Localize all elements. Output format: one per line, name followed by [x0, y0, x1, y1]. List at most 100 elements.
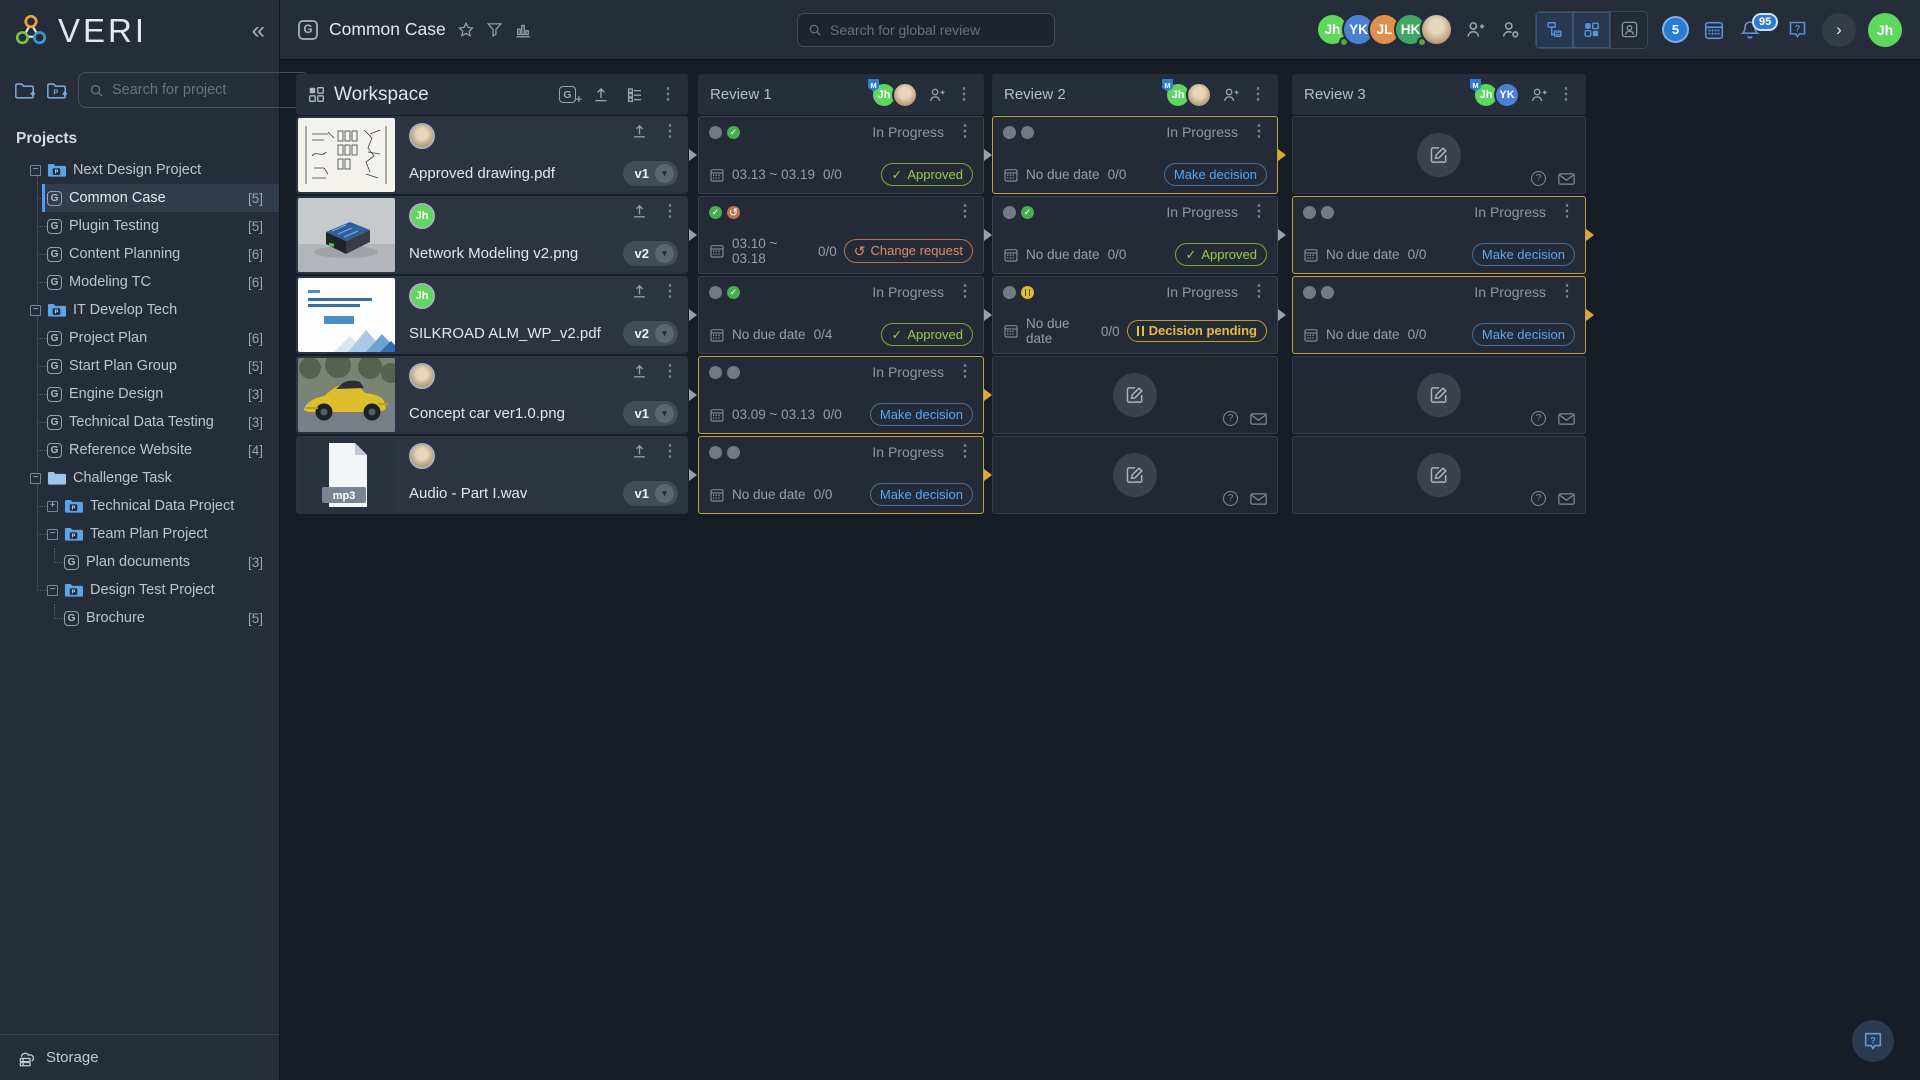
review-cell[interactable]: In Progress⋮No due date0/0Make decision [698, 436, 984, 514]
version-selector[interactable]: v1▾ [623, 161, 678, 186]
tree-item-technical-data-project[interactable]: +PTechnical Data Project [0, 492, 279, 520]
cell-more-icon[interactable]: ⋮ [957, 284, 973, 300]
file-card[interactable]: Jh⋮SILKROAD ALM_WP_v2.pdfv2▾ [296, 276, 688, 354]
review-cell[interactable]: In Progress⋮No due date0/0Make decision [992, 116, 1278, 194]
version-selector[interactable]: v1▾ [623, 401, 678, 426]
help-icon[interactable]: ? [1787, 19, 1808, 40]
create-review-button[interactable] [1417, 133, 1461, 177]
help-icon[interactable]: ? [1531, 491, 1546, 506]
file-owner-avatar[interactable]: Jh [409, 203, 435, 229]
tree-item-challenge-task[interactable]: −Challenge Task [0, 464, 279, 492]
mail-icon[interactable] [1250, 413, 1267, 425]
collapse-node-icon[interactable]: − [30, 305, 41, 316]
support-chat-button[interactable]: ? [1852, 1020, 1894, 1062]
create-review-button[interactable] [1417, 453, 1461, 497]
cell-more-icon[interactable]: ⋮ [1251, 124, 1267, 140]
mail-icon[interactable] [1558, 493, 1575, 505]
tree-item-next-design-project[interactable]: −PNext Design Project [0, 156, 279, 184]
make-decision-button[interactable]: Make decision [870, 403, 973, 426]
review-more-icon[interactable]: ⋮ [1558, 87, 1574, 103]
upload-version-icon[interactable] [631, 123, 648, 140]
review-cell[interactable]: In Progress⋮No due date0/0Make decision [1292, 196, 1586, 274]
file-more-icon[interactable]: ⋮ [662, 124, 678, 140]
tree-item-modeling-tc[interactable]: GModeling TC[6] [0, 268, 279, 296]
tree-item-project-plan[interactable]: GProject Plan[6] [0, 324, 279, 352]
create-review-button[interactable] [1417, 373, 1461, 417]
make-decision-button[interactable]: Make decision [1472, 323, 1575, 346]
tree-item-technical-data-testing[interactable]: GTechnical Data Testing[3] [0, 408, 279, 436]
global-search-input[interactable] [830, 22, 1044, 38]
add-member-icon[interactable] [1465, 19, 1486, 40]
profile-avatar[interactable]: Jh [1868, 13, 1902, 47]
tree-item-plan-documents[interactable]: GPlan documents[3] [0, 548, 279, 576]
cell-more-icon[interactable]: ⋮ [1251, 204, 1267, 220]
version-selector[interactable]: v2▾ [623, 241, 678, 266]
list-view-icon[interactable] [626, 86, 644, 104]
file-card[interactable]: ⋮Concept car ver1.0.pngv1▾ [296, 356, 688, 434]
mail-icon[interactable] [1250, 493, 1267, 505]
file-more-icon[interactable]: ⋮ [662, 364, 678, 380]
make-decision-button[interactable]: Make decision [1164, 163, 1267, 186]
file-more-icon[interactable]: ⋮ [662, 444, 678, 460]
file-owner-avatar[interactable]: Jh [409, 283, 435, 309]
make-decision-button[interactable]: Make decision [1472, 243, 1575, 266]
tree-item-plugin-testing[interactable]: GPlugin Testing[5] [0, 212, 279, 240]
make-decision-button[interactable]: Make decision [870, 483, 973, 506]
file-card[interactable]: ⋮Approved drawing.pdfv1▾ [296, 116, 688, 194]
report-icon[interactable] [514, 21, 532, 39]
help-icon[interactable]: ? [1531, 411, 1546, 426]
review-cell[interactable]: ✓In Progress⋮No due date0/0✓Approved [992, 196, 1278, 274]
upload-version-icon[interactable] [631, 283, 648, 300]
calendar-icon[interactable] [1703, 19, 1725, 41]
add-reviewer-icon[interactable] [1222, 86, 1240, 104]
version-selector[interactable]: v2▾ [623, 321, 678, 346]
new-project-button[interactable]: P [46, 81, 68, 100]
tree-item-engine-design[interactable]: GEngine Design[3] [0, 380, 279, 408]
upload-version-icon[interactable] [631, 363, 648, 380]
version-selector[interactable]: v1▾ [623, 481, 678, 506]
cell-more-icon[interactable]: ⋮ [957, 444, 973, 460]
create-review-button[interactable] [1113, 373, 1157, 417]
upload-version-icon[interactable] [631, 203, 648, 220]
tree-item-reference-website[interactable]: GReference Website[4] [0, 436, 279, 464]
collapse-node-icon[interactable]: − [47, 529, 58, 540]
review-more-icon[interactable]: ⋮ [956, 87, 972, 103]
workspace-more-icon[interactable]: ⋮ [660, 87, 676, 103]
help-icon[interactable]: ? [1223, 491, 1238, 506]
file-owner-avatar[interactable] [409, 443, 435, 469]
review-cell[interactable]: In Progress⋮No due date0/0Decision pendi… [992, 276, 1278, 354]
board-view-button[interactable] [1573, 12, 1610, 48]
member-avatar-photo[interactable] [1420, 13, 1453, 46]
file-more-icon[interactable]: ⋮ [662, 284, 678, 300]
file-card[interactable]: mp3⋮Audio - Part I.wavv1▾ [296, 436, 688, 514]
help-icon[interactable]: ? [1531, 171, 1546, 186]
review-cell[interactable]: ✓In Progress⋮No due date0/4✓Approved [698, 276, 984, 354]
expand-panel-button[interactable]: › [1822, 13, 1856, 47]
file-more-icon[interactable]: ⋮ [662, 204, 678, 220]
member-settings-icon[interactable] [1500, 19, 1521, 40]
collapse-node-icon[interactable]: − [30, 165, 41, 176]
upload-icon[interactable] [592, 86, 610, 104]
tree-item-content-planning[interactable]: GContent Planning[6] [0, 240, 279, 268]
review-cell[interactable]: In Progress⋮03.09 ~ 03.130/0Make decisio… [698, 356, 984, 434]
help-icon[interactable]: ? [1223, 411, 1238, 426]
member-avatar[interactable]: YK [1494, 82, 1520, 108]
mail-icon[interactable] [1558, 173, 1575, 185]
filter-icon[interactable] [486, 21, 503, 38]
tree-item-start-plan-group[interactable]: GStart Plan Group[5] [0, 352, 279, 380]
cell-more-icon[interactable]: ⋮ [1559, 204, 1575, 220]
tree-item-design-test-project[interactable]: −PDesign Test Project [0, 576, 279, 604]
file-owner-avatar[interactable] [409, 363, 435, 389]
member-avatar-photo[interactable] [892, 82, 918, 108]
review-more-icon[interactable]: ⋮ [1250, 87, 1266, 103]
member-avatar-photo[interactable] [1186, 82, 1212, 108]
add-reviewer-icon[interactable] [1530, 86, 1548, 104]
tree-item-brochure[interactable]: GBrochure[5] [0, 604, 279, 632]
tree-item-team-plan-project[interactable]: −PTeam Plan Project [0, 520, 279, 548]
cell-more-icon[interactable]: ⋮ [957, 364, 973, 380]
project-search-input[interactable] [112, 82, 299, 98]
storage-button[interactable]: Storage [0, 1034, 279, 1080]
add-reviewer-icon[interactable] [928, 86, 946, 104]
people-view-button[interactable] [1610, 12, 1647, 48]
notifications-bell-icon[interactable]: 95 [1739, 19, 1761, 41]
